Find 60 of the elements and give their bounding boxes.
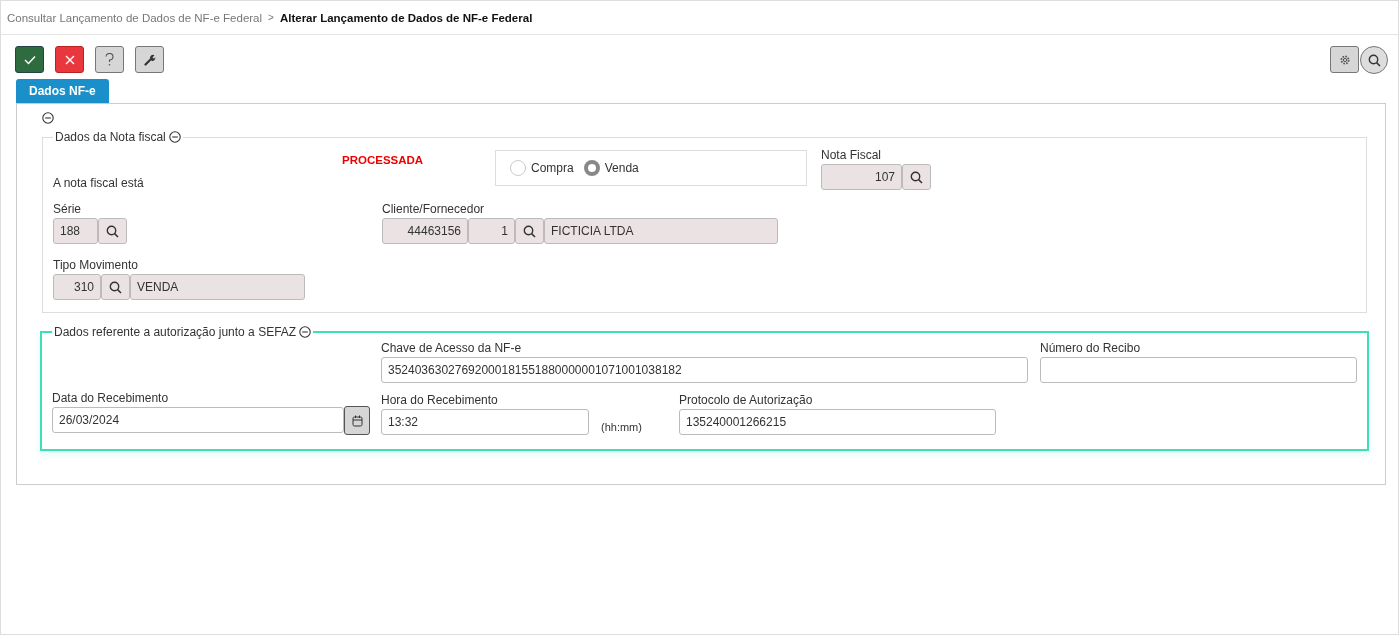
field-label: Data do Recebimento <box>52 391 170 405</box>
receipt-number-field[interactable] <box>1040 357 1357 383</box>
status-label: A nota fiscal está <box>53 176 144 190</box>
wrench-icon <box>143 53 156 66</box>
radio-option[interactable]: Compra <box>510 160 574 176</box>
collapse-icon[interactable] <box>299 326 312 338</box>
access-key-field[interactable]: 35240363027692000181551880000001071001038182 <box>381 357 1028 383</box>
nota-fiscal-field[interactable]: 107 <box>821 164 902 190</box>
field-label: Série <box>53 202 82 216</box>
date-field[interactable]: 26/03/2024 <box>52 407 344 433</box>
radio-option[interactable]: Venda <box>583 160 639 176</box>
gear-icon <box>1338 53 1351 66</box>
field-label: Tipo Movimento <box>53 258 139 272</box>
search-icon <box>109 280 122 294</box>
search-icon <box>1367 53 1381 67</box>
field-label: Número do Recibo <box>1040 341 1142 355</box>
breadcrumb-separator: > <box>268 12 274 23</box>
client-code-field[interactable]: 44463156 <box>382 218 468 244</box>
field-label: Chave de Acesso da NF-e <box>381 341 523 355</box>
calendar-button[interactable] <box>344 406 370 435</box>
cancel-button[interactable] <box>55 46 84 73</box>
close-icon <box>64 54 75 65</box>
help-button[interactable] <box>95 46 124 73</box>
confirm-button[interactable] <box>15 46 44 73</box>
client-branch-field[interactable]: 1 <box>468 218 515 244</box>
field-label: Hora do Recebimento <box>381 393 499 407</box>
breadcrumb-item[interactable]: Consultar Lançamento de Dados de NF-e Federal <box>7 11 263 24</box>
question-mark-icon <box>105 53 114 66</box>
radio-label: Venda <box>604 161 639 175</box>
movement-code-field[interactable]: 310 <box>53 274 101 300</box>
section-title: Dados da Nota fiscal <box>55 130 166 144</box>
movement-name-field[interactable]: VENDA <box>130 274 305 300</box>
time-format-hint: (hh:mm) <box>601 421 642 433</box>
search-button[interactable] <box>1360 46 1388 74</box>
search-button[interactable] <box>98 218 127 244</box>
client-name-field[interactable]: FICTICIA LTDA <box>544 218 778 244</box>
search-button[interactable] <box>902 164 931 190</box>
tools-button[interactable] <box>135 46 164 73</box>
collapse-icon[interactable] <box>168 131 181 143</box>
radio-label: Compra <box>531 161 574 175</box>
search-icon <box>523 224 536 238</box>
calendar-icon <box>351 414 363 427</box>
status-text: PROCESSADA <box>342 154 424 166</box>
search-icon <box>106 224 119 238</box>
time-field[interactable]: 13:32 <box>381 409 589 435</box>
collapse-icon[interactable] <box>42 112 54 124</box>
search-button[interactable] <box>101 274 130 300</box>
checkmark-icon <box>23 54 36 65</box>
settings-button[interactable] <box>1330 46 1359 73</box>
field-label: Nota Fiscal <box>821 148 883 162</box>
search-icon <box>910 170 923 184</box>
field-label: Protocolo de Autorização <box>678 393 814 407</box>
tab[interactable]: Dados NF-e <box>16 79 109 103</box>
section-title: Dados referente a autorização junto a SEFAZ <box>54 325 297 339</box>
search-button[interactable] <box>515 218 544 244</box>
breadcrumb-item: Alterar Lançamento de Dados de NF-e Federal <box>279 11 533 24</box>
radio-button[interactable] <box>583 160 600 176</box>
serie-field[interactable]: 188 <box>53 218 98 244</box>
protocol-field[interactable]: 135240001266215 <box>678 409 996 435</box>
field-label: Cliente/Fornecedor <box>382 202 486 216</box>
